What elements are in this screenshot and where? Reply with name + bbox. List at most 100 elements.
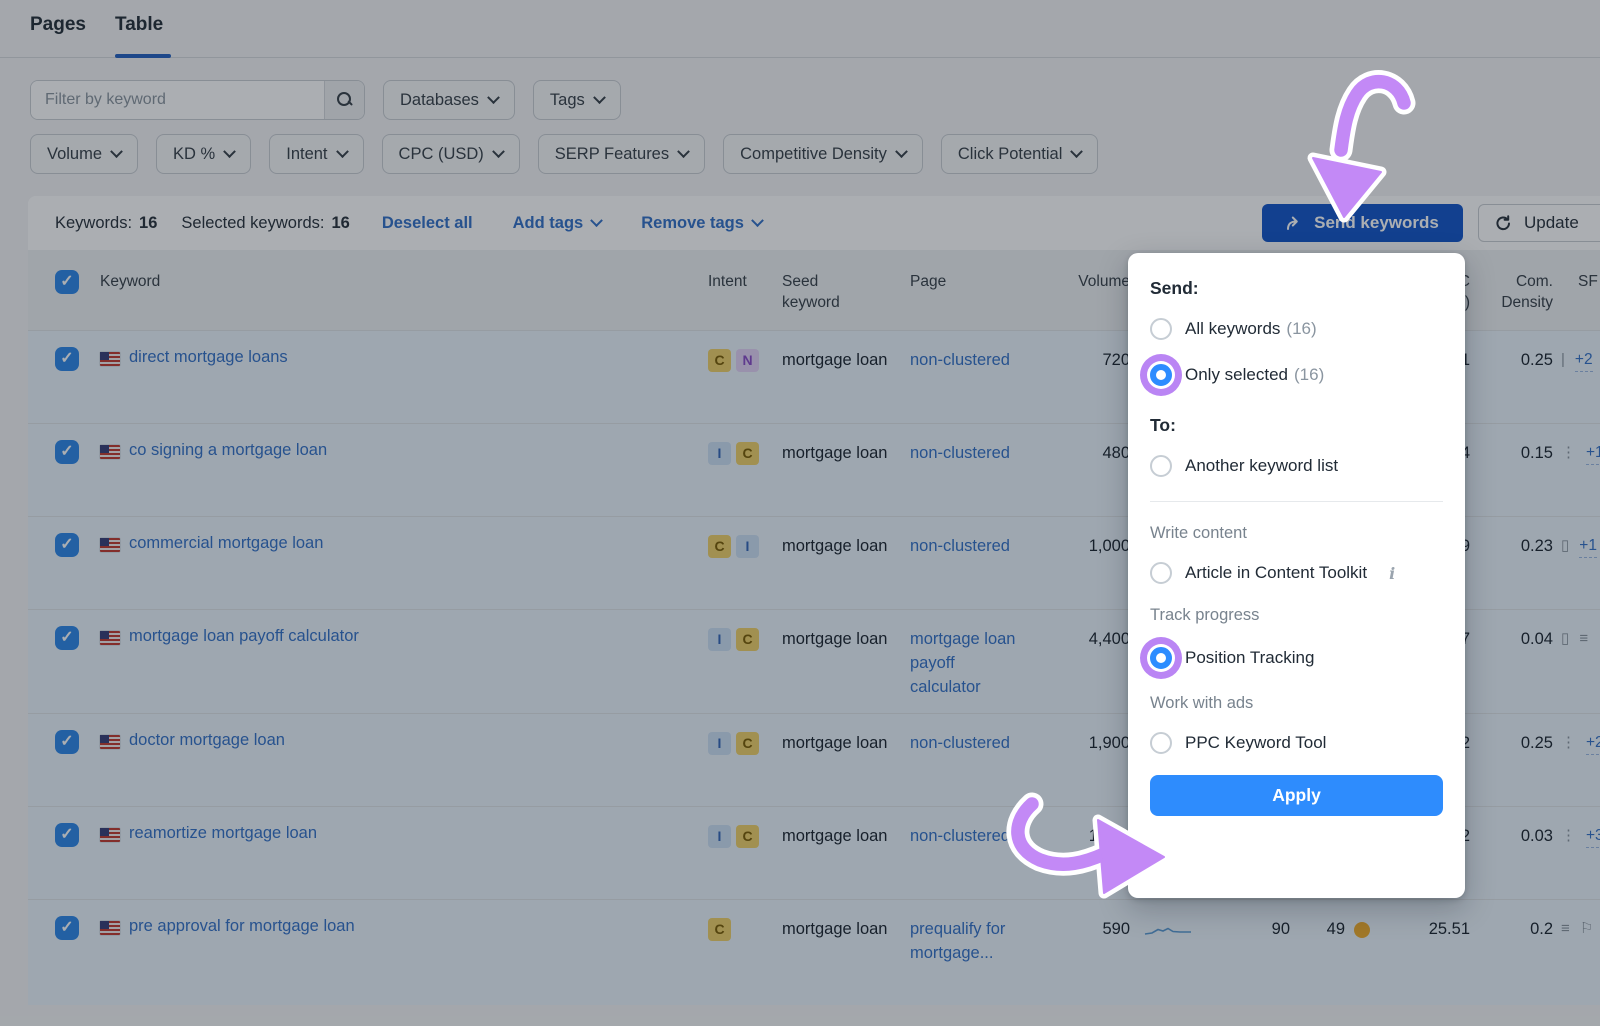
- kd-value: 49: [1327, 918, 1345, 942]
- page-link[interactable]: non-clustered: [910, 734, 1010, 752]
- row-checkbox[interactable]: ✓: [55, 533, 79, 557]
- intent-badge-commercial: C: [736, 628, 759, 651]
- row-checkbox[interactable]: ✓: [55, 440, 79, 464]
- more-serp-features-link[interactable]: +1: [1579, 535, 1597, 558]
- com-density-cell: 0.25: [1470, 331, 1556, 423]
- search-button[interactable]: [324, 81, 364, 119]
- keyword-link[interactable]: reamortize mortgage loan: [129, 822, 317, 846]
- col-header-volume[interactable]: Volume: [1020, 250, 1130, 330]
- keyword-link[interactable]: co signing a mortgage loan: [129, 439, 327, 463]
- volume-cell: 720: [1020, 331, 1130, 423]
- intent-badge-informational: I: [708, 825, 731, 848]
- page-link[interactable]: non-clustered: [910, 827, 1010, 845]
- page-link[interactable]: non-clustered: [910, 444, 1010, 462]
- more-serp-features-link[interactable]: +2: [1586, 732, 1600, 755]
- seed-keyword-header-text: Seed keyword: [782, 272, 852, 314]
- intent-badge-navigational: N: [736, 349, 759, 372]
- keyword-link[interactable]: direct mortgage loans: [129, 346, 288, 370]
- update-button[interactable]: Update: [1478, 204, 1600, 242]
- radio-unselected-icon[interactable]: [1150, 318, 1172, 340]
- keyword-link[interactable]: pre approval for mortgage loan: [129, 915, 355, 939]
- add-tags-dropdown[interactable]: Add tags: [513, 214, 602, 233]
- col-header-intent[interactable]: Intent: [700, 250, 770, 330]
- click-potential-filter-label: Click Potential: [958, 145, 1063, 164]
- option-all-keywords[interactable]: All keywords (16): [1150, 318, 1443, 340]
- tags-dropdown[interactable]: Tags: [533, 80, 621, 120]
- option-ppc-keyword-tool[interactable]: PPC Keyword Tool: [1150, 732, 1443, 754]
- option-position-tracking[interactable]: Position Tracking: [1150, 638, 1443, 678]
- serp-features-filter[interactable]: SERP Features: [538, 134, 705, 174]
- keyword-link[interactable]: mortgage loan payoff calculator: [129, 625, 359, 649]
- kd-difficulty-dot: [1354, 922, 1370, 938]
- info-icon[interactable]: i: [1389, 564, 1395, 583]
- option-another-keyword-list[interactable]: Another keyword list: [1150, 455, 1443, 477]
- row-checkbox[interactable]: ✓: [55, 823, 79, 847]
- ppc-keyword-tool-label: PPC Keyword Tool: [1185, 733, 1326, 753]
- deselect-all-button[interactable]: Deselect all: [382, 214, 473, 233]
- col-header-com-density[interactable]: Com. Density: [1470, 250, 1556, 330]
- click-potential-filter[interactable]: Click Potential: [941, 134, 1099, 174]
- trend-cell: [1130, 900, 1200, 1005]
- serp-feature-icons: ⋮: [1561, 732, 1579, 754]
- page-link[interactable]: non-clustered: [910, 537, 1010, 555]
- volume-filter[interactable]: Volume: [30, 134, 138, 174]
- col-header-keyword[interactable]: Keyword: [92, 250, 700, 330]
- us-flag-icon: [100, 631, 120, 645]
- volume-cell: 4,400: [1020, 610, 1130, 713]
- volume-cell: 1,000: [1020, 517, 1130, 609]
- intent-badge-informational: I: [708, 628, 731, 651]
- col-header-page[interactable]: Page: [900, 250, 1020, 330]
- chevron-down-icon: [492, 145, 505, 158]
- databases-label: Databases: [400, 91, 479, 110]
- chevron-down-icon: [223, 145, 236, 158]
- radio-selected-icon[interactable]: [1150, 647, 1172, 669]
- position-tracking-label: Position Tracking: [1185, 648, 1314, 668]
- keyword-filter-input[interactable]: [31, 81, 324, 119]
- radio-unselected-icon[interactable]: [1150, 562, 1172, 584]
- tab-pages[interactable]: Pages: [30, 14, 86, 36]
- option-only-selected[interactable]: Only selected (16): [1150, 355, 1443, 395]
- competitive-density-filter[interactable]: Competitive Density: [723, 134, 923, 174]
- remove-tags-dropdown[interactable]: Remove tags: [641, 214, 762, 233]
- row-checkbox[interactable]: ✓: [55, 626, 79, 650]
- tab-table[interactable]: Table: [115, 14, 163, 36]
- send-keywords-button[interactable]: Send keywords: [1262, 204, 1463, 242]
- chevron-down-icon: [1071, 145, 1084, 158]
- select-all-checkbox[interactable]: ✓: [55, 270, 79, 294]
- seed-keyword-cell: mortgage loan: [770, 900, 900, 1005]
- page-link[interactable]: non-clustered: [910, 351, 1010, 369]
- tab-bar: Pages Table: [0, 0, 1600, 58]
- radio-unselected-icon[interactable]: [1150, 732, 1172, 754]
- col-header-seed-keyword[interactable]: Seed keyword: [770, 250, 900, 330]
- radio-selected-icon[interactable]: [1150, 364, 1172, 386]
- seed-keyword-cell: mortgage loan: [770, 807, 900, 899]
- page-link[interactable]: mortgage loan payoff calculator: [910, 630, 1016, 696]
- page-link[interactable]: prequalify for mortgage...: [910, 920, 1005, 962]
- seed-keyword-cell: mortgage loan: [770, 331, 900, 423]
- trend-sparkline: [1144, 922, 1192, 938]
- volume-cell: 480: [1020, 424, 1130, 516]
- serp-feature-icons: ▯: [1561, 535, 1572, 557]
- serp-feature-icons: ▯ ≡: [1561, 628, 1591, 650]
- col-header-sf[interactable]: SF: [1556, 250, 1600, 330]
- more-serp-features-link[interactable]: +1: [1586, 442, 1600, 465]
- cpc-filter[interactable]: CPC (USD): [382, 134, 520, 174]
- databases-dropdown[interactable]: Databases: [383, 80, 515, 120]
- radio-unselected-icon[interactable]: [1150, 455, 1172, 477]
- serp-feature-icons: ⋮: [1561, 825, 1579, 847]
- table-action-bar: Keywords:16 Selected keywords:16 Deselec…: [28, 196, 1600, 250]
- more-serp-features-link[interactable]: +2: [1575, 349, 1593, 372]
- intent-badge-commercial: C: [708, 535, 731, 558]
- apply-button[interactable]: Apply: [1150, 775, 1443, 816]
- keyword-link[interactable]: commercial mortgage loan: [129, 532, 323, 556]
- intent-filter[interactable]: Intent: [269, 134, 363, 174]
- kd-filter[interactable]: KD %: [156, 134, 251, 174]
- row-checkbox[interactable]: ✓: [55, 730, 79, 754]
- intent-badge-commercial: C: [708, 918, 731, 941]
- more-serp-features-link[interactable]: +3: [1586, 825, 1600, 848]
- keyword-link[interactable]: doctor mortgage loan: [129, 729, 285, 753]
- add-tags-label: Add tags: [513, 214, 584, 233]
- row-checkbox[interactable]: ✓: [55, 347, 79, 371]
- row-checkbox[interactable]: ✓: [55, 916, 79, 940]
- option-article-content-toolkit[interactable]: Article in Content Toolkit i: [1150, 562, 1443, 584]
